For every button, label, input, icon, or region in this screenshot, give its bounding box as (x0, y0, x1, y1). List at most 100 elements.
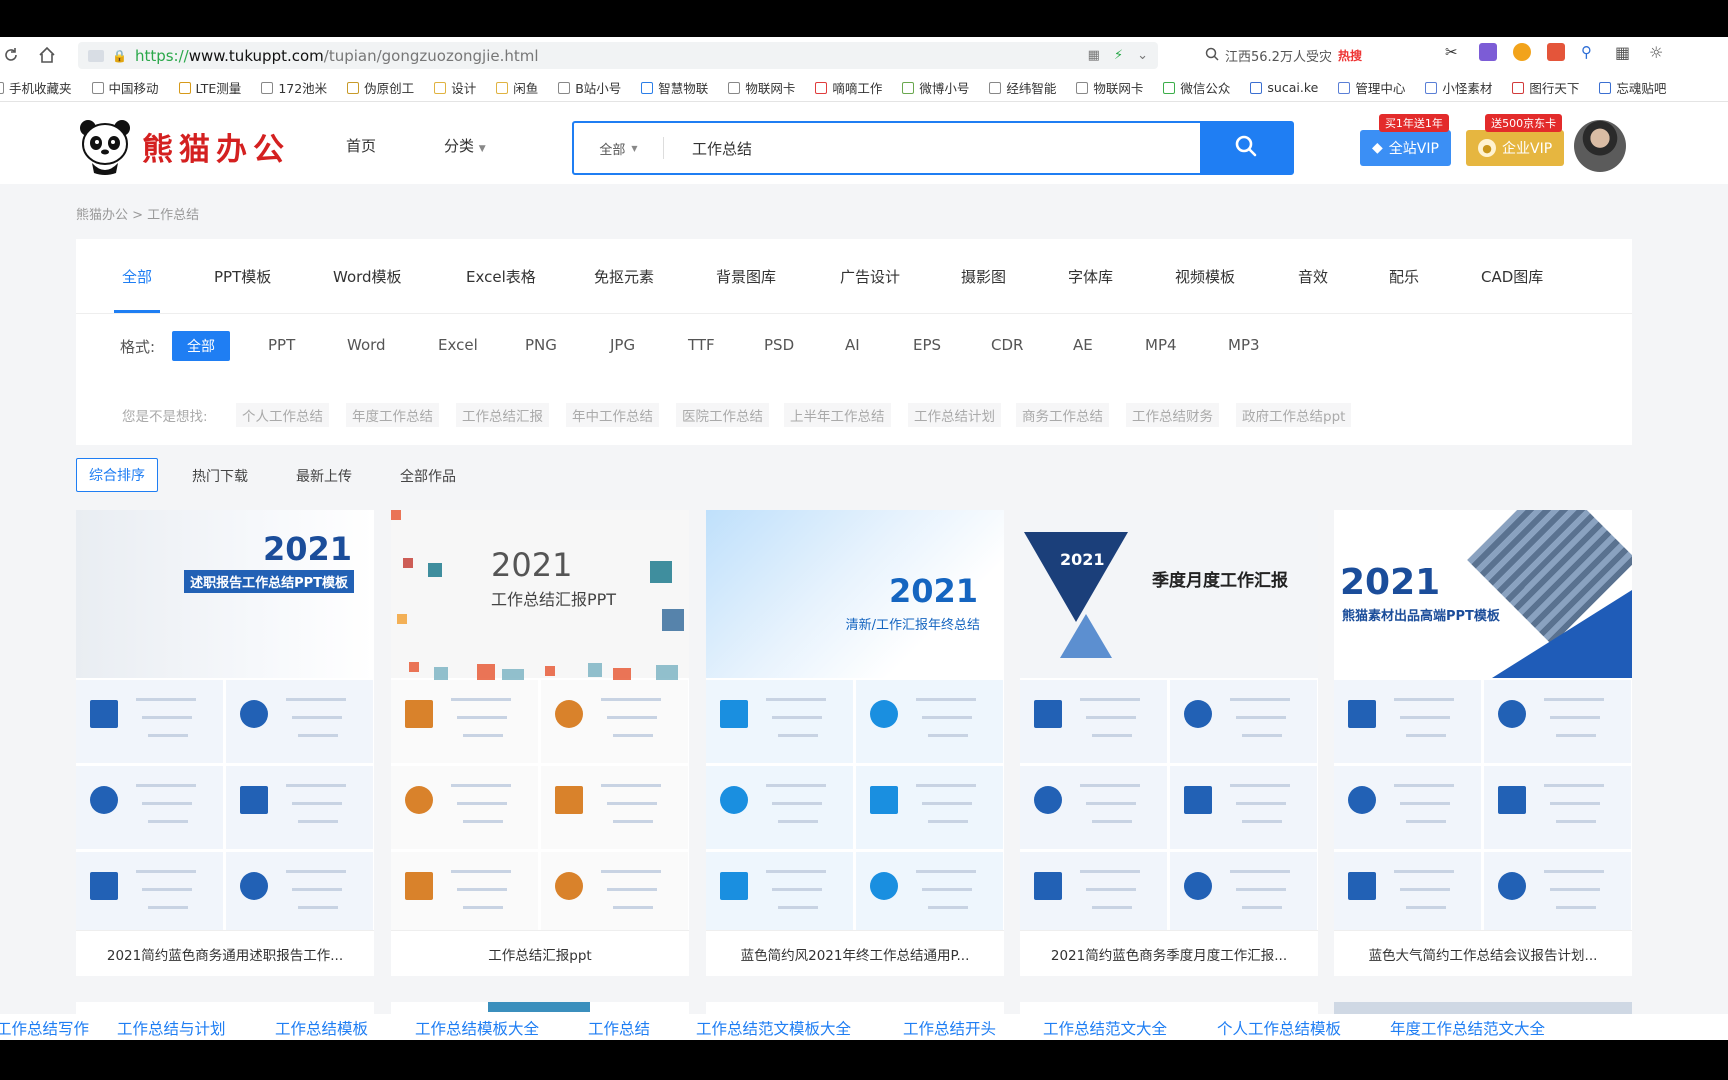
format-png[interactable]: PNG (525, 336, 557, 354)
home-icon[interactable] (36, 44, 58, 66)
related-link[interactable]: 工作总结范文大全 (1043, 1017, 1167, 1039)
tab-3[interactable]: Excel表格 (466, 266, 536, 287)
tab-7[interactable]: 摄影图 (961, 266, 1006, 287)
chevron-down-icon[interactable]: ⌄ (1137, 48, 1148, 63)
related-link[interactable]: 工作总结范文模板大全 (696, 1017, 851, 1039)
sort-0[interactable]: 综合排序 (76, 458, 158, 492)
bookmark-item[interactable]: 物联网卡 (718, 78, 805, 97)
bookmark-item[interactable]: 中国移动 (82, 78, 169, 97)
search-button[interactable] (1200, 123, 1292, 173)
related-link[interactable]: 工作总结模板 (275, 1017, 368, 1039)
result-card[interactable]: 2021 工作总结汇报PPT 工作总结汇报ppt (391, 510, 689, 976)
card-title[interactable]: 蓝色大气简约工作总结会议报告计划... (1334, 930, 1632, 976)
bookmark-item[interactable]: 伪原创工 (337, 78, 424, 97)
url-text[interactable]: https://www.tukuppt.com/tupian/gongzuozo… (135, 47, 539, 65)
settings-icon[interactable]: ☼ (1649, 43, 1667, 62)
suggest-item[interactable]: 个人工作总结 (236, 403, 329, 427)
scissors-icon[interactable]: ✂ (1445, 43, 1463, 61)
format-ai[interactable]: AI (845, 336, 860, 354)
format-mp3[interactable]: MP3 (1228, 336, 1260, 354)
reader-icon[interactable]: ▦ (1088, 48, 1100, 63)
extension-game-icon[interactable] (1547, 43, 1565, 61)
bookmark-item[interactable]: B站小号 (548, 78, 631, 97)
format-jpg[interactable]: JPG (610, 336, 635, 354)
browser-search[interactable]: 江西56.2万人受灾 热搜 (1205, 42, 1425, 69)
card-title[interactable]: 2021简约蓝色商务通用述职报告工作... (76, 930, 374, 976)
card-title[interactable]: 蓝色简约风2021年终工作总结通用P... (706, 930, 1004, 976)
format-全部[interactable]: 全部 (172, 331, 230, 361)
tab-9[interactable]: 视频模板 (1175, 266, 1235, 287)
format-eps[interactable]: EPS (913, 336, 941, 354)
browser-search-text[interactable]: 江西56.2万人受灾 (1225, 46, 1332, 65)
site-info-icon[interactable] (88, 49, 104, 62)
url-bar[interactable]: 🔒 https://www.tukuppt.com/tupian/gongzuo… (78, 42, 1158, 69)
tab-6[interactable]: 广告设计 (840, 266, 900, 287)
nav-home[interactable]: 首页 (346, 135, 376, 156)
result-card[interactable]: 2021 熊猫素材出品高端PPT模板 蓝色大气简约工作总结会议报告计划... (1334, 510, 1632, 976)
tab-10[interactable]: 音效 (1298, 266, 1328, 287)
bookmark-item[interactable]: 设计 (424, 78, 486, 97)
bookmark-item[interactable]: 忘魂贴吧 (1589, 78, 1676, 97)
bookmark-item[interactable]: LTE测量 (169, 78, 252, 97)
search-category-select[interactable]: 全部 ▼ (574, 137, 664, 159)
suggest-item[interactable]: 医院工作总结 (676, 403, 769, 427)
bookmark-item[interactable]: 智慧物联 (631, 78, 718, 97)
bookmark-item[interactable]: 闲鱼 (486, 78, 548, 97)
logo[interactable]: 熊猫办公 (78, 117, 290, 175)
tab-12[interactable]: CAD图库 (1481, 266, 1543, 287)
related-link[interactable]: 工作总结与计划 (117, 1017, 226, 1039)
suggest-item[interactable]: 上半年工作总结 (784, 403, 891, 427)
vip-enterprise-button[interactable]: 送500京东卡 ● 企业VIP (1466, 114, 1565, 166)
related-link[interactable]: 工作总结 (588, 1017, 650, 1039)
format-mp4[interactable]: MP4 (1145, 336, 1177, 354)
extension-shield-icon[interactable] (1513, 43, 1531, 61)
related-link[interactable]: 个人工作总结模板 (1217, 1017, 1341, 1039)
result-card[interactable]: 2021 述职报告工作总结PPT模板 2021简约蓝色商务通用述职报告工作... (76, 510, 374, 976)
format-ppt[interactable]: PPT (268, 336, 295, 354)
card-title[interactable]: 2021简约蓝色商务季度月度工作汇报... (1020, 930, 1318, 976)
bookmark-item[interactable]: 经纬智能 (979, 78, 1066, 97)
format-excel[interactable]: Excel (438, 336, 478, 354)
suggest-item[interactable]: 政府工作总结ppt (1236, 403, 1352, 427)
related-link[interactable]: 工作总结开头 (903, 1017, 996, 1039)
bookmark-item[interactable]: 图行天下 (1502, 78, 1589, 97)
related-link[interactable]: 工作总结写作 (0, 1017, 89, 1039)
tab-0[interactable]: 全部 (113, 266, 161, 313)
format-psd[interactable]: PSD (764, 336, 794, 354)
result-card[interactable]: 2021 季度月度工作汇报 2021简约蓝色商务季度月度工作汇报... (1020, 510, 1318, 976)
format-ae[interactable]: AE (1073, 336, 1093, 354)
bookmark-item[interactable]: 微信公众 (1153, 78, 1240, 97)
reload-icon[interactable] (0, 44, 22, 66)
suggest-item[interactable]: 工作总结汇报 (456, 403, 549, 427)
tab-2[interactable]: Word模板 (333, 266, 402, 287)
suggest-item[interactable]: 年度工作总结 (346, 403, 439, 427)
result-card[interactable]: 2021 清新/工作汇报年终总结 蓝色简约风2021年终工作总结通用P... (706, 510, 1004, 976)
related-link[interactable]: 工作总结模板大全 (415, 1017, 539, 1039)
suggest-item[interactable]: 工作总结财务 (1126, 403, 1219, 427)
bookmark-item[interactable]: 管理中心 (1328, 78, 1415, 97)
bookmark-item[interactable]: 物联网卡 (1066, 78, 1153, 97)
bookmark-item[interactable]: 微博小号 (892, 78, 979, 97)
sort-3[interactable]: 全部作品 (400, 466, 456, 486)
tab-8[interactable]: 字体库 (1068, 266, 1113, 287)
suggest-item[interactable]: 工作总结计划 (908, 403, 1001, 427)
tab-5[interactable]: 背景图库 (716, 266, 776, 287)
bookmark-item[interactable]: 手机收藏夹 (0, 78, 82, 97)
tab-1[interactable]: PPT模板 (214, 266, 271, 287)
tab-4[interactable]: 免抠元素 (594, 266, 654, 287)
hot-search-badge[interactable]: 热搜 (1338, 47, 1362, 64)
bookmark-item[interactable]: 小怪素材 (1415, 78, 1502, 97)
format-ttf[interactable]: TTF (688, 336, 715, 354)
grid-icon[interactable]: ▦ (1615, 43, 1633, 62)
extension-purple-icon[interactable] (1479, 43, 1497, 61)
bookmark-item[interactable]: 172池米 (251, 78, 337, 97)
card-title[interactable]: 工作总结汇报ppt (391, 930, 689, 976)
bookmark-item[interactable]: sucai.ke (1240, 80, 1328, 95)
breadcrumb[interactable]: 熊猫办公 > 工作总结 (76, 204, 199, 223)
format-cdr[interactable]: CDR (991, 336, 1023, 354)
sort-2[interactable]: 最新上传 (296, 466, 352, 486)
avatar[interactable] (1574, 120, 1626, 172)
format-word[interactable]: Word (347, 336, 386, 354)
related-link[interactable]: 年度工作总结范文大全 (1390, 1017, 1545, 1039)
vip-all-button[interactable]: 买1年送1年 ◆ 全站VIP (1360, 114, 1451, 166)
